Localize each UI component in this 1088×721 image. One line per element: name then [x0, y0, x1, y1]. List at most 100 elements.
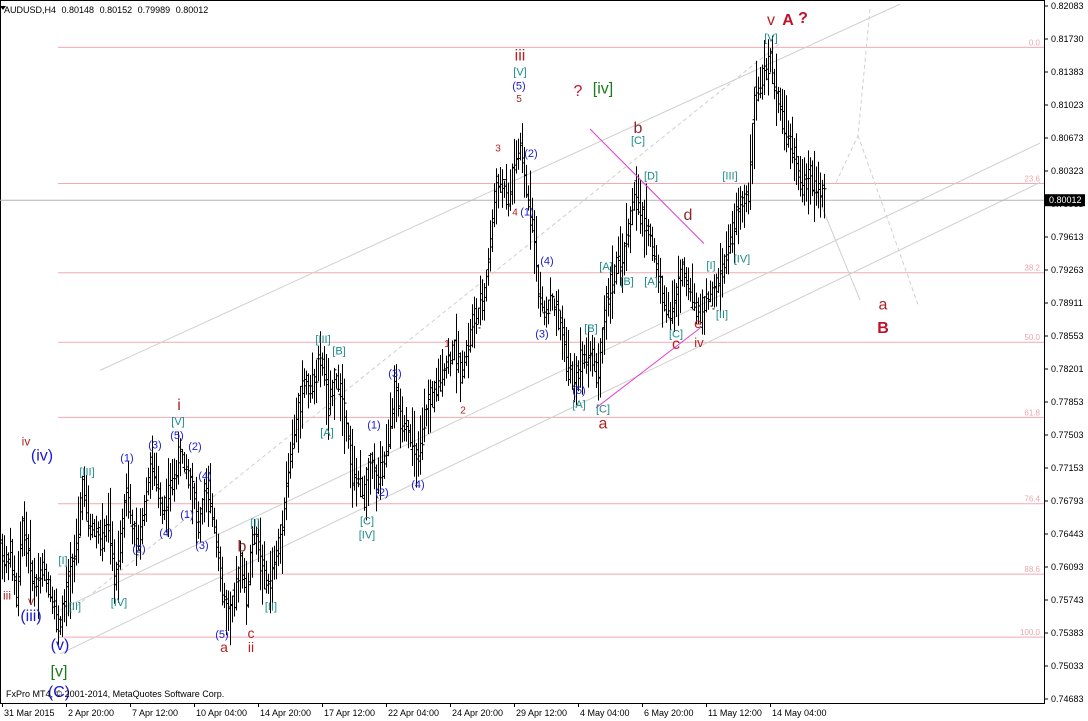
x-tick-label: 31 Mar 2015 — [4, 708, 55, 718]
ohlc-bar — [300, 360, 305, 429]
ohlc-bar — [188, 468, 193, 501]
ohlc-bar — [30, 560, 35, 592]
ohlc-bar — [14, 572, 19, 608]
ohlc-bar — [674, 282, 679, 318]
wave-label: (4) — [198, 470, 211, 482]
wave-label: (2) — [524, 148, 537, 160]
ohlc-bar — [210, 493, 215, 527]
wave-label: v — [28, 594, 34, 608]
ohlc-bar — [100, 503, 105, 562]
y-tick-label: 0.81383 — [1051, 67, 1084, 77]
ohlc-bar — [490, 209, 495, 253]
ohlc-bar — [24, 511, 29, 567]
header-open: 0.80148 — [62, 5, 95, 15]
wave-label: [A] — [599, 261, 612, 273]
wave-label: [II] — [265, 601, 277, 613]
ohlc-bar — [564, 327, 569, 382]
ohlc-bar — [6, 552, 11, 581]
ohlc-bar — [186, 458, 191, 489]
fib-level-label: 61.8 — [1024, 408, 1040, 417]
ohlc-bar — [752, 87, 757, 170]
wave-label: a — [220, 639, 228, 655]
wave-label: e — [694, 315, 702, 331]
ohlc-bar — [722, 254, 727, 284]
wave-label: (iv) — [31, 448, 53, 465]
ohlc-bar — [118, 520, 123, 570]
y-tick-label: 0.74683 — [1051, 694, 1084, 704]
wave-label: iii — [3, 589, 11, 603]
plot-frame — [0, 0, 1045, 704]
wave-label: (2) — [132, 544, 145, 556]
ohlc-bar — [468, 319, 473, 353]
ohlc-bar — [412, 410, 417, 477]
ohlc-bar — [462, 351, 467, 379]
ohlc-bar — [262, 541, 267, 590]
ohlc-bar — [86, 485, 91, 537]
ohlc-bar — [546, 299, 551, 325]
ohlc-bar — [120, 508, 125, 564]
ohlc-bar — [88, 513, 93, 541]
ohlc-bar — [566, 329, 571, 386]
ohlc-bar — [602, 295, 607, 355]
ohlc-bar — [48, 575, 53, 603]
wave-label: [B] — [332, 345, 345, 357]
ohlc-bar — [646, 218, 651, 247]
ohlc-bar — [422, 388, 427, 443]
ohlc-bar — [668, 301, 673, 331]
ohlc-bar — [498, 166, 503, 193]
wave-labels: iv(iv)iii v(iii)[I][II](v)[v](C)[III](1)(… — [3, 10, 889, 701]
ohlc-bar — [158, 482, 163, 517]
ohlc-bar — [642, 199, 647, 258]
ohlc-bar — [406, 419, 411, 449]
ohlc-bar — [280, 510, 285, 574]
ohlc-bar — [8, 527, 13, 568]
ohlc-bar — [98, 519, 103, 557]
ohlc-bar — [730, 211, 735, 253]
ohlc-bar — [776, 86, 781, 114]
ohlc-bar — [28, 519, 33, 604]
wave-label: (1) — [520, 206, 533, 218]
ohlc-bar — [792, 138, 797, 182]
ohlc-bar — [568, 352, 573, 384]
ohlc-bar — [804, 163, 809, 202]
ohlc-bar — [92, 518, 97, 538]
ohlc-bar — [784, 95, 789, 153]
wave-label: (4) — [159, 528, 172, 540]
ohlc-bar — [486, 248, 491, 286]
ohlc-bar — [312, 368, 317, 405]
ohlc-bar — [12, 555, 17, 595]
ohlc-bar — [760, 64, 765, 100]
wave-label: [IV] — [111, 597, 128, 609]
y-tick-label: 0.80673 — [1051, 133, 1084, 143]
ohlc-bar — [440, 349, 445, 397]
ohlc-bar — [660, 275, 665, 328]
ohlc-bar — [488, 220, 493, 272]
wave-label: [D] — [644, 171, 658, 183]
ohlc-bar — [638, 180, 643, 234]
fib-level-label: 23.6 — [1024, 174, 1040, 183]
wave-label: 1 — [444, 339, 450, 350]
x-tick-label: 10 Apr 04:00 — [196, 708, 247, 718]
ohlc-bar — [608, 266, 613, 324]
ohlc-bar — [542, 300, 547, 326]
ohlc-bar — [336, 364, 341, 395]
ohlc-bar — [820, 179, 825, 208]
ohlc-bar — [736, 187, 741, 245]
ohlc-bar — [246, 572, 251, 608]
ohlc-bar — [74, 518, 79, 566]
ohlc-bar — [338, 373, 343, 422]
ohlc-bar — [168, 462, 173, 512]
wave-label: [I] — [706, 260, 715, 272]
wave-label: (3) — [388, 368, 401, 380]
ohlc-bar — [172, 458, 177, 502]
ohlc-bar — [818, 172, 823, 218]
channel-line — [59, 182, 1041, 655]
ohlc-bar — [388, 392, 393, 450]
ohlc-bar — [780, 88, 785, 134]
ohlc-bar — [166, 458, 171, 538]
ohlc-bar — [266, 573, 271, 594]
wave-label: 2 — [460, 406, 466, 417]
ohlc-bar — [214, 519, 219, 558]
wave-label: [V] — [171, 416, 184, 428]
y-tick-label: 0.78201 — [1051, 364, 1084, 374]
